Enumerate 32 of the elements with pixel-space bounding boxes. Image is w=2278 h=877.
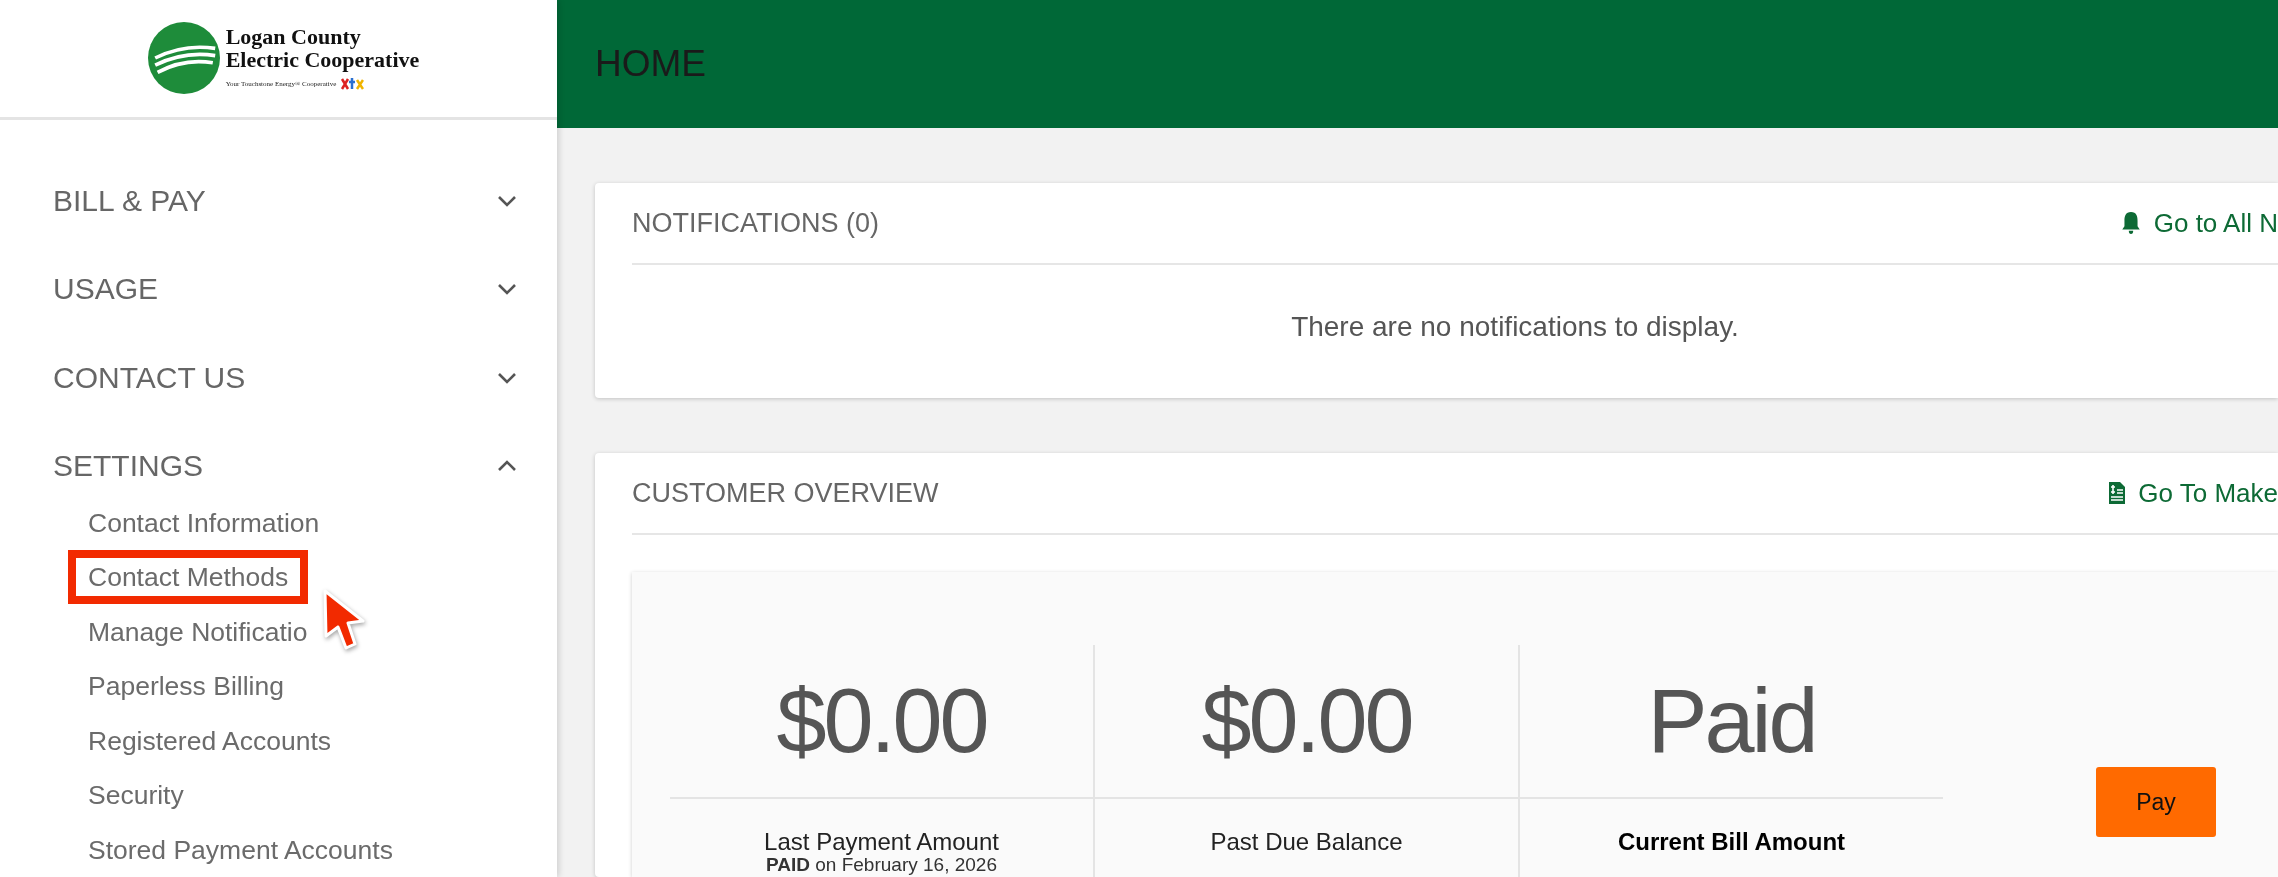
logo-name: Electric Cooperative [225,48,420,72]
amount-label: Past Due Balance [1210,829,1403,855]
card-title: NOTIFICATIONS (0) [632,207,879,239]
chevron-down-icon [497,371,517,384]
submenu-item[interactable]: Stored Payment Accounts [68,822,413,877]
bell-icon [2119,211,2142,235]
empty-message: There are no notifications to display. [1291,311,1739,343]
submenu-item[interactable]: Paperless Billing [68,659,304,713]
amount-value: Paid [1520,645,1943,799]
payment-note: PAID on February 16, 2026 [766,855,997,875]
amount-value: $0.00 [1095,645,1518,799]
notifications-link[interactable]: Go to All N [2119,207,2278,239]
pay-button[interactable]: Pay [2096,767,2216,837]
card-title: CUSTOMER OVERVIEW [632,477,939,509]
amount-label: Current Bill Amount [1617,829,1846,855]
menu-section[interactable]: CONTACT US [0,333,557,422]
amount-value: $0.00 [670,645,1093,799]
amount-label: Last Payment Amount [764,829,999,855]
menu-section[interactable]: USAGE [0,245,557,334]
logo-emblem-icon [147,22,220,95]
page-title: HOME [595,43,706,85]
menu-section[interactable]: BILL & PAY [0,156,557,245]
submenu-item[interactable]: Security [68,768,204,822]
submenu-item[interactable]: Registered Accounts [68,713,352,768]
logo-name: Logan County [225,25,362,49]
chevron-down-icon [497,283,517,296]
chevron-down-icon [497,194,517,207]
chevron-up-icon [497,460,517,473]
submenu-item[interactable]: Manage Notificatio [68,604,328,659]
make-payment-link[interactable]: Go To Make [2108,477,2278,509]
submenu-item[interactable]: Contact Methods [68,550,309,604]
dollar-document-icon [2108,481,2127,505]
